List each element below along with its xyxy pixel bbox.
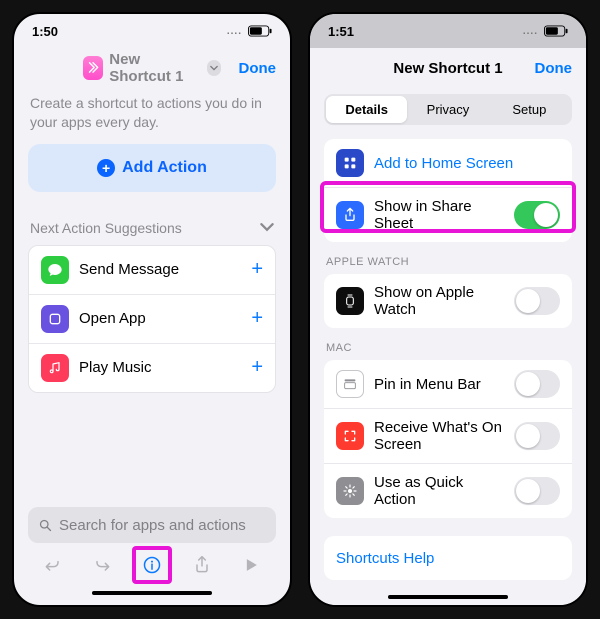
pin-menu-bar-toggle[interactable] bbox=[514, 370, 560, 398]
quick-action-icon bbox=[336, 477, 364, 505]
suggestion-play-music[interactable]: Play Music + bbox=[29, 344, 275, 392]
nav-bar: New Shortcut 1 Done bbox=[14, 48, 290, 88]
status-indicators: .... bbox=[523, 25, 568, 37]
editor-content: Create a shortcut to actions you do in y… bbox=[14, 88, 290, 507]
suggestions-header[interactable]: Next Action Suggestions bbox=[28, 192, 276, 245]
quick-action-toggle[interactable] bbox=[514, 477, 560, 505]
list-item-label: Shortcuts Help bbox=[336, 550, 560, 567]
show-in-share-sheet-row[interactable]: Show in Share Sheet bbox=[324, 188, 572, 242]
tab-setup[interactable]: Setup bbox=[489, 96, 570, 123]
list-item-label: Show in Share Sheet bbox=[374, 198, 504, 232]
shortcut-app-icon bbox=[83, 56, 103, 80]
bottom-area: Search for apps and actions bbox=[14, 507, 290, 605]
messages-icon bbox=[41, 256, 69, 284]
done-button[interactable]: Done bbox=[239, 60, 277, 77]
share-button[interactable] bbox=[185, 548, 219, 582]
list-item-label: Use as Quick Action bbox=[374, 474, 504, 508]
share-sheet-toggle[interactable] bbox=[514, 201, 560, 229]
tab-details[interactable]: Details bbox=[326, 96, 407, 123]
shortcut-title[interactable]: New Shortcut 1 bbox=[109, 51, 201, 85]
receive-screen-toggle[interactable] bbox=[514, 422, 560, 450]
redo-button[interactable] bbox=[85, 548, 119, 582]
page-title: New Shortcut 1 bbox=[393, 60, 502, 77]
add-action-label: Add Action bbox=[122, 159, 207, 177]
toolbar bbox=[28, 543, 276, 587]
editor-subtitle: Create a shortcut to actions you do in y… bbox=[28, 88, 276, 144]
list-item-label: Show on Apple Watch bbox=[374, 284, 504, 318]
undo-button[interactable] bbox=[36, 548, 70, 582]
list-item-label: Play Music bbox=[79, 359, 241, 376]
plus-icon: + bbox=[251, 356, 263, 379]
chevron-down-icon bbox=[260, 220, 274, 237]
apple-watch-card: Show on Apple Watch bbox=[324, 274, 572, 328]
open-app-icon bbox=[41, 305, 69, 333]
list-item-label: Send Message bbox=[79, 261, 241, 278]
status-bar: 1:51 .... bbox=[310, 14, 586, 48]
search-icon bbox=[38, 518, 53, 533]
status-bar: 1:50 .... bbox=[14, 14, 290, 48]
list-item-label: Open App bbox=[79, 310, 241, 327]
show-on-apple-watch-row[interactable]: Show on Apple Watch bbox=[324, 274, 572, 328]
pin-in-menu-bar-row[interactable]: Pin in Menu Bar bbox=[324, 360, 572, 409]
add-action-button[interactable]: + Add Action bbox=[28, 144, 276, 192]
share-sheet-icon bbox=[336, 201, 364, 229]
menu-bar-icon bbox=[336, 370, 364, 398]
battery-icon bbox=[544, 25, 568, 37]
segmented-control[interactable]: Details Privacy Setup bbox=[324, 94, 572, 125]
nav-bar: New Shortcut 1 Done bbox=[310, 48, 586, 88]
music-icon bbox=[41, 354, 69, 382]
suggestion-send-message[interactable]: Send Message + bbox=[29, 246, 275, 295]
use-as-quick-action-row[interactable]: Use as Quick Action bbox=[324, 464, 572, 518]
shortcuts-help-row[interactable]: Shortcuts Help bbox=[324, 536, 572, 580]
help-card: Shortcuts Help bbox=[324, 536, 572, 580]
suggestion-open-app[interactable]: Open App + bbox=[29, 295, 275, 344]
plus-icon: + bbox=[251, 258, 263, 281]
info-button[interactable] bbox=[135, 548, 169, 582]
list-item-label: Receive What's On Screen bbox=[374, 419, 504, 453]
tab-privacy[interactable]: Privacy bbox=[407, 96, 488, 123]
apple-watch-icon bbox=[336, 287, 364, 315]
main-options-card: Add to Home Screen Show in Share Sheet bbox=[324, 139, 572, 242]
done-button[interactable]: Done bbox=[535, 60, 573, 77]
section-header-apple-watch: APPLE WATCH bbox=[310, 242, 586, 274]
receive-screen-icon bbox=[336, 422, 364, 450]
phone-left-shortcut-editor: 1:50 .... New Shortcut 1 Done Create a s… bbox=[12, 12, 292, 607]
status-time: 1:50 bbox=[32, 24, 58, 39]
plus-icon: + bbox=[251, 307, 263, 330]
apple-watch-toggle[interactable] bbox=[514, 287, 560, 315]
mac-card: Pin in Menu Bar Receive What's On Screen… bbox=[324, 360, 572, 518]
phone-right-shortcut-details: 1:51 .... New Shortcut 1 Done Details Pr… bbox=[308, 12, 588, 607]
suggestions-list: Send Message + Open App + Play Music + bbox=[28, 245, 276, 393]
receive-on-screen-row[interactable]: Receive What's On Screen bbox=[324, 409, 572, 464]
battery-icon bbox=[248, 25, 272, 37]
add-to-home-screen-row[interactable]: Add to Home Screen bbox=[324, 139, 572, 188]
play-button[interactable] bbox=[234, 548, 268, 582]
home-indicator bbox=[388, 595, 508, 599]
home-indicator bbox=[92, 591, 212, 595]
plus-circle-icon: + bbox=[97, 159, 115, 177]
status-time: 1:51 bbox=[328, 24, 354, 39]
list-item-label: Add to Home Screen bbox=[374, 155, 560, 172]
suggestions-header-label: Next Action Suggestions bbox=[30, 220, 182, 236]
chevron-down-icon[interactable] bbox=[207, 60, 221, 76]
search-input[interactable]: Search for apps and actions bbox=[28, 507, 276, 543]
search-placeholder: Search for apps and actions bbox=[59, 517, 246, 534]
cellular-dots-icon: .... bbox=[227, 26, 242, 37]
status-indicators: .... bbox=[227, 25, 272, 37]
cellular-dots-icon: .... bbox=[523, 26, 538, 37]
home-screen-icon bbox=[336, 149, 364, 177]
list-item-label: Pin in Menu Bar bbox=[374, 376, 504, 393]
section-header-mac: MAC bbox=[310, 328, 586, 360]
